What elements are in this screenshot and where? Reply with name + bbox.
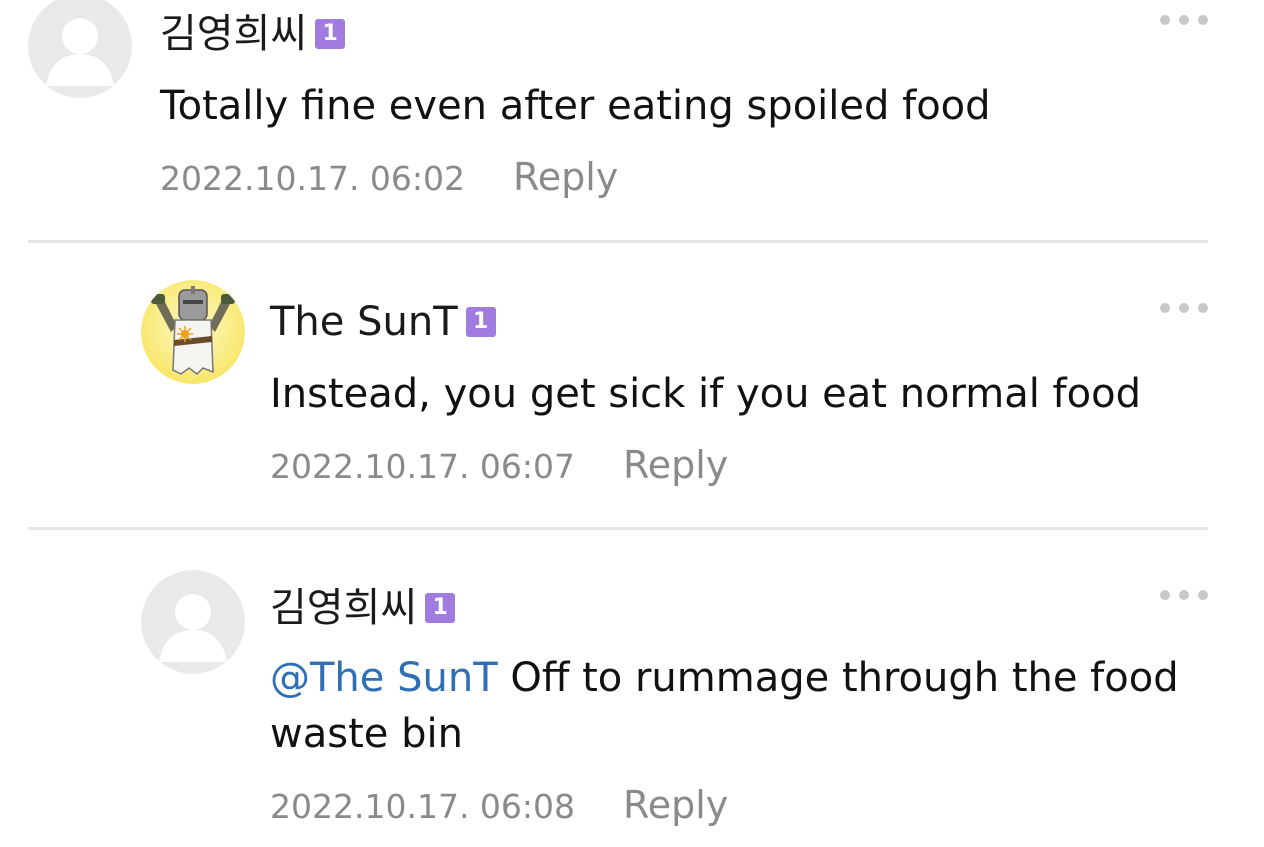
comment-timestamp: 2022.10.17. 06:08 (270, 787, 576, 826)
level-badge: 1 (315, 19, 346, 49)
more-options-icon (1160, 15, 1170, 25)
reply-button[interactable]: Reply (513, 155, 618, 199)
comment-text: @The SunT Off to rummage through the foo… (270, 650, 1190, 762)
author-name[interactable]: 김영희씨 (160, 11, 307, 57)
default-user-icon[interactable] (28, 0, 132, 98)
comment-meta: 2022.10.17. 06:08 Reply (270, 785, 728, 827)
comment-meta: 2022.10.17. 06:07 Reply (270, 445, 728, 487)
mention-link[interactable]: @The SunT (270, 655, 498, 701)
comment-text: Totally fine even after eating spoiled f… (160, 78, 1160, 134)
comment-item: The SunT 1 Instead, you get sick if you e… (0, 243, 1264, 528)
more-options-icon (1198, 15, 1208, 25)
comment-text: Instead, you get sick if you eat normal … (270, 366, 1190, 422)
more-options-button[interactable] (1160, 585, 1208, 605)
default-user-icon[interactable] (141, 570, 245, 674)
reply-button[interactable]: Reply (623, 783, 728, 827)
comment-author[interactable]: 김영희씨 1 (270, 582, 456, 632)
more-options-button[interactable] (1160, 298, 1208, 318)
more-options-icon (1160, 590, 1170, 600)
comment-author[interactable]: 김영희씨 1 (160, 8, 346, 58)
more-options-button[interactable] (1160, 10, 1208, 30)
reply-button[interactable]: Reply (623, 443, 728, 487)
more-options-icon (1179, 15, 1189, 25)
comment-body: Instead, you get sick if you eat normal … (270, 371, 1141, 417)
comment-body: Totally fine even after eating spoiled f… (160, 83, 991, 129)
comment-timestamp: 2022.10.17. 06:02 (160, 159, 466, 198)
comment-author[interactable]: The SunT 1 (270, 296, 496, 346)
level-badge: 1 (425, 593, 456, 623)
solaire-knight-icon[interactable] (141, 280, 245, 384)
more-options-icon (1179, 303, 1189, 313)
more-options-icon (1179, 590, 1189, 600)
author-name[interactable]: 김영희씨 (270, 585, 417, 631)
comment-meta: 2022.10.17. 06:02 Reply (160, 157, 618, 199)
level-badge: 1 (465, 307, 496, 337)
comment-item: 김영희씨 1 Totally fine even after eating spo… (0, 0, 1264, 240)
more-options-icon (1160, 303, 1170, 313)
more-options-icon (1198, 590, 1208, 600)
comment-item: 김영희씨 1 @The SunT Off to rummage through t… (0, 530, 1264, 847)
comment-timestamp: 2022.10.17. 06:07 (270, 447, 576, 486)
more-options-icon (1198, 303, 1208, 313)
author-name[interactable]: The SunT (270, 299, 458, 345)
